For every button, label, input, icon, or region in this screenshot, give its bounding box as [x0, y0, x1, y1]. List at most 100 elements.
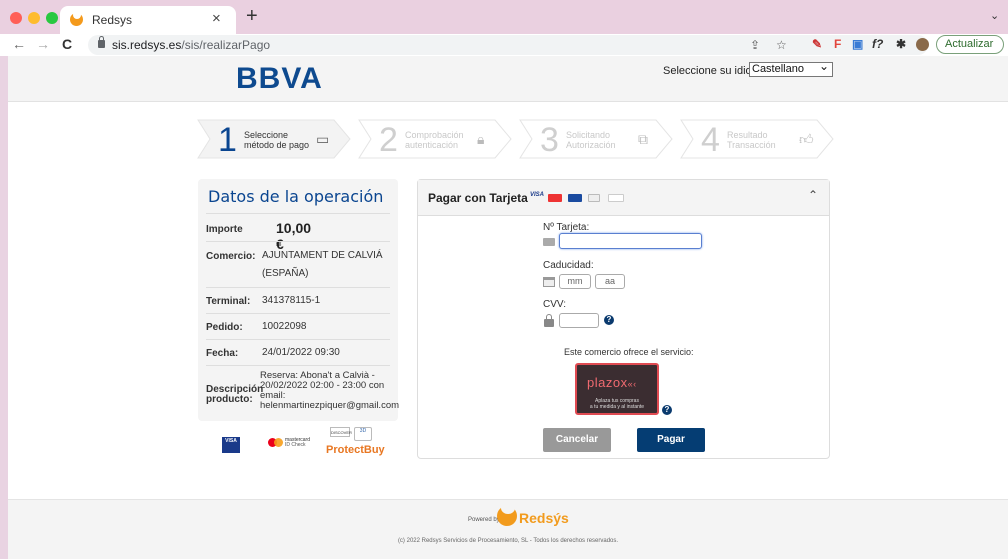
close-window-button[interactable]	[10, 12, 22, 24]
powered-by-text: Powered by	[468, 517, 500, 523]
card-icon: ▭	[316, 131, 330, 147]
payment-steps: 1 Seleccione método de pago ▭ 2 Comprobac…	[196, 118, 836, 160]
new-tab-icon[interactable]: +	[246, 6, 258, 26]
forward-icon[interactable]: →	[36, 36, 50, 52]
terminal-label: Terminal:	[206, 296, 251, 307]
divider	[206, 241, 390, 242]
back-icon[interactable]: ←	[12, 36, 26, 52]
share-icon[interactable]: ⇪	[750, 38, 760, 52]
step-2-number: 2	[379, 121, 398, 159]
tab-title: Redsys	[92, 13, 133, 27]
url-text: sis.redsys.es/sis/realizarPago	[112, 38, 271, 52]
plazox-help-icon[interactable]: ?	[662, 405, 672, 415]
step-2: 2 Comprobación autenticación 🔒︎	[357, 118, 517, 160]
minimize-window-button[interactable]	[28, 12, 40, 24]
calendar-icon	[543, 277, 555, 287]
plazox-logo: plazox«‹	[587, 375, 637, 390]
copyright-text: (c) 2022 Redsys Servicios de Procesamien…	[397, 538, 619, 544]
transfer-icon: ⧉	[638, 131, 648, 147]
step-1-number: 1	[218, 121, 237, 159]
collapse-caret-icon[interactable]: ⌃	[808, 188, 818, 202]
reload-icon[interactable]: C	[62, 36, 72, 52]
tab-bar: Redsys × + ⌄	[0, 0, 1008, 34]
redsys-favicon-icon	[70, 11, 83, 26]
close-tab-icon[interactable]: ×	[212, 10, 221, 27]
cvv-input[interactable]	[559, 313, 599, 328]
descripcion-value: Reserva: Abona't a Calvià -20/02/2022 02…	[260, 370, 400, 411]
cvv-label: CVV:	[543, 299, 566, 310]
terminal-value: 341378115-1	[262, 295, 321, 306]
card-small-icon	[543, 238, 555, 246]
mastercard-id-check-logo: mastercard ID Check	[268, 437, 318, 449]
importe-label: Importe	[206, 224, 243, 235]
extensions-puzzle-icon[interactable]: ✱	[896, 37, 906, 51]
fecha-value: 24/01/2022 09:30	[262, 347, 340, 358]
divider	[206, 313, 390, 314]
step-1-label: Seleccione método de pago	[244, 130, 310, 150]
padlock-shackle	[546, 314, 552, 320]
lock-icon: 🔒︎	[477, 131, 485, 147]
divider	[206, 213, 390, 214]
mastercard-card-icon	[548, 194, 562, 202]
maestro-card-icon	[568, 194, 582, 202]
card-panel-title: Pagar con Tarjeta	[428, 191, 528, 205]
header-band: BBVA Seleccione su idioma Castellano	[8, 56, 1008, 102]
pedido-value: 10022098	[262, 321, 307, 332]
footer: Powered by Redsýs (c) 2022 Redsys Servic…	[8, 499, 1008, 559]
step-2-label: Comprobación autenticación	[405, 130, 464, 150]
pedido-label: Pedido:	[206, 322, 243, 333]
expiry-year-input[interactable]: aa	[595, 274, 625, 289]
step-3-label: Solicitando Autorización	[566, 130, 616, 150]
pay-button[interactable]: Pagar	[637, 428, 705, 452]
visa-card-icon: VISA	[530, 192, 545, 198]
divider	[206, 287, 390, 288]
payment-page: BBVA Seleccione su idioma Castellano 1 S…	[8, 56, 1008, 559]
maximize-window-button[interactable]	[46, 12, 58, 24]
secure-payment-logos: VISA mastercard ID Check DISCOVER 3D Pro…	[198, 427, 398, 467]
redsys-logo-icon	[497, 502, 517, 526]
plazox-tagline: Aplaza tus compras a tu medida y al insta…	[589, 398, 645, 410]
step-4-label: Resultado Transacción	[727, 130, 776, 150]
expiry-label: Caducidad:	[543, 260, 594, 271]
fecha-label: Fecha:	[206, 348, 239, 359]
discover-card-icon	[608, 194, 624, 202]
divider	[206, 365, 390, 366]
step-4: 4 Resultado Transacción 👍︎	[679, 118, 839, 160]
plazox-service-button[interactable]: plazox«‹ Aplaza tus compras a tu medida y…	[575, 363, 659, 415]
extension-formula-icon[interactable]: f?	[872, 37, 883, 51]
cvv-help-icon[interactable]: ?	[604, 315, 614, 325]
address-bar[interactable]: sis.redsys.es/sis/realizarPago ⇪ ☆	[88, 35, 928, 55]
discover-protectbuy-logo: DISCOVER 3D ProtectBuy	[326, 427, 385, 456]
step-1: 1 Seleccione método de pago ▭	[196, 118, 356, 160]
visa-secure-logo: VISA	[222, 437, 240, 453]
step-3: 3 Solicitando Autorización ⧉	[518, 118, 678, 160]
service-text: Este comercio ofrece el servicio:	[564, 347, 694, 357]
extension-screen-icon[interactable]: ▣	[852, 37, 863, 51]
tab-search-chevron-icon[interactable]: ⌄	[990, 9, 999, 22]
card-panel-header[interactable]: Pagar con Tarjeta VISA ⌃	[418, 180, 829, 216]
step-3-number: 3	[540, 121, 559, 159]
lock-icon	[98, 36, 105, 48]
browser-toolbar: ← → C sis.redsys.es/sis/realizarPago ⇪ ☆…	[0, 34, 1008, 56]
thumbs-up-icon: 👍︎	[799, 131, 814, 147]
cancel-button[interactable]: Cancelar	[543, 428, 611, 452]
redsys-brand: Redsýs	[519, 510, 569, 526]
operation-data-panel: Datos de la operación Importe 10,00 € Co…	[198, 179, 400, 421]
bookmark-star-icon[interactable]: ☆	[776, 38, 787, 52]
language-select[interactable]: Castellano	[749, 59, 833, 77]
operation-data-title: Datos de la operación	[208, 187, 384, 206]
step-4-number: 4	[701, 121, 720, 159]
browser-tab[interactable]: Redsys ×	[60, 6, 236, 34]
extension-f-icon[interactable]: F	[834, 37, 841, 51]
comercio-value: AJUNTAMENT DE CALVIÁ (ESPAÑA)	[262, 250, 383, 279]
jcb-card-icon	[588, 194, 600, 202]
bbva-logo: BBVA	[236, 62, 323, 95]
update-button[interactable]: Actualizar	[936, 35, 1004, 54]
extension-pen-icon[interactable]: ✎	[812, 37, 822, 51]
card-number-input[interactable]	[559, 233, 702, 249]
comercio-label: Comercio:	[206, 251, 256, 262]
divider	[206, 339, 390, 340]
expiry-month-input[interactable]: mm	[559, 274, 591, 289]
profile-avatar-icon[interactable]	[916, 38, 929, 51]
card-payment-panel: Pagar con Tarjeta VISA ⌃ Nº Tarjeta: Cad…	[417, 179, 830, 459]
